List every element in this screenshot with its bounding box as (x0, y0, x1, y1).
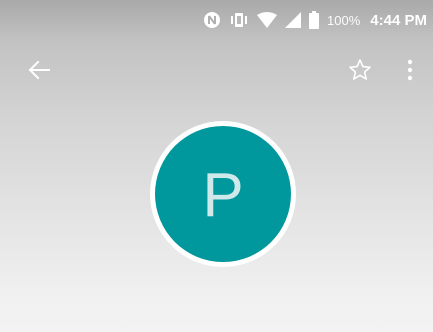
star-outline-icon (349, 59, 371, 80)
status-time: 4:44 PM (370, 11, 427, 29)
more-vert-icon (407, 59, 413, 81)
avatar-ring: P (150, 121, 296, 267)
status-bar: 100% 4:44 PM (0, 0, 433, 40)
back-button[interactable] (22, 55, 56, 85)
nfc-icon (203, 11, 221, 29)
contact-avatar[interactable]: P (155, 126, 291, 262)
arrow-back-icon (28, 60, 50, 80)
avatar-letter: P (202, 161, 244, 230)
cell-signal-icon (285, 12, 302, 28)
contact-detail-screen: 100% 4:44 PM P (0, 0, 433, 332)
vibrate-icon (229, 11, 249, 29)
battery-percent: 100% (327, 12, 361, 28)
more-options-button[interactable] (398, 55, 422, 85)
favorite-button[interactable] (345, 55, 375, 85)
battery-icon (309, 11, 320, 29)
wifi-icon (257, 12, 278, 28)
